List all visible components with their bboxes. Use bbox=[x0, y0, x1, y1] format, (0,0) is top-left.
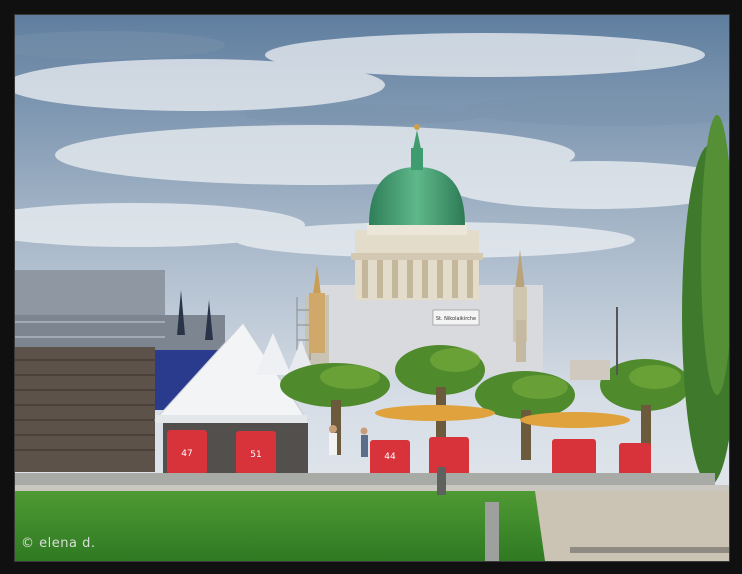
scene: St. Nikolaikirche 47 51 44 bbox=[15, 15, 729, 561]
bollard bbox=[485, 502, 499, 561]
beach-chair-number: 51 bbox=[250, 450, 261, 460]
photograph: St. Nikolaikirche 47 51 44 © elena d. bbox=[14, 14, 730, 562]
beach-chair: 51 bbox=[236, 431, 276, 474]
watermark: © elena d. bbox=[21, 536, 96, 551]
beach-chair-number: 47 bbox=[181, 449, 192, 459]
church-sign-text: St. Nikolaikirche bbox=[436, 316, 476, 322]
photo-frame: St. Nikolaikirche 47 51 44 © elena d. bbox=[0, 0, 742, 574]
ledge bbox=[15, 473, 715, 487]
beach-chair: 47 bbox=[167, 430, 207, 474]
beach-chair: 44 bbox=[370, 440, 410, 476]
beach-chair-number: 44 bbox=[384, 452, 396, 462]
